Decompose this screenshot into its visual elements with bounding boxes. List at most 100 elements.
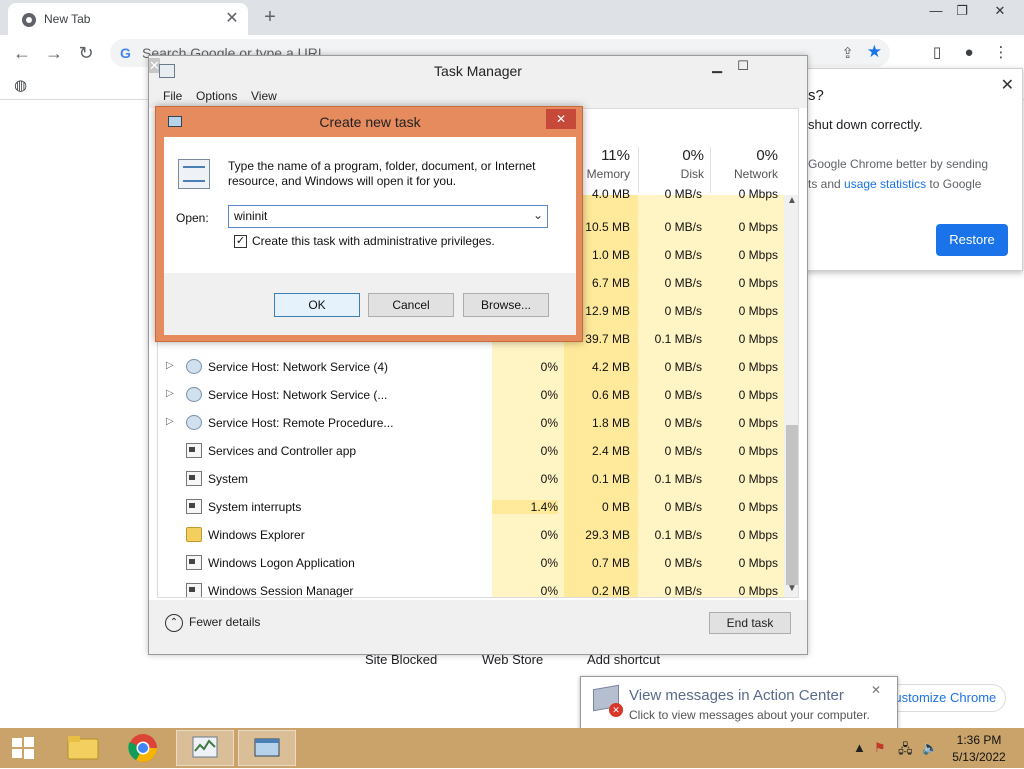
- globe-icon[interactable]: ◍: [14, 76, 27, 94]
- network-cell: 0 Mbps: [738, 584, 778, 598]
- show-hidden-icons-icon[interactable]: ▲: [853, 740, 866, 755]
- restore-button[interactable]: Restore: [936, 224, 1008, 256]
- taskbar-chrome[interactable]: [114, 730, 172, 766]
- disk-cell: 0 MB/s: [664, 444, 702, 458]
- expand-chevron-icon[interactable]: ▷: [166, 388, 174, 399]
- taskbar-run-dialog[interactable]: [238, 730, 296, 766]
- disk-cell: 0 MB/s: [664, 556, 702, 570]
- browse-button[interactable]: Browse...: [463, 293, 549, 317]
- table-row[interactable]: ▷ Service Host: Network Service (4) 0% 4…: [158, 353, 786, 381]
- folder-icon: [67, 736, 99, 760]
- expand-chevron-icon[interactable]: ▷: [166, 416, 174, 427]
- open-combobox[interactable]: wininit ⌄: [228, 205, 548, 228]
- process-name: Service Host: Network Service (4): [208, 360, 389, 374]
- fewer-details-button[interactable]: ⌃ Fewer details: [165, 614, 260, 632]
- restore-pages-popup: s? ✕ shut down correctly. Google Chrome …: [797, 68, 1023, 271]
- cpu-cell: 0%: [540, 360, 558, 374]
- chrome-menu-icon[interactable]: ⋮: [990, 42, 1012, 64]
- disk-cell: 0.1 MB/s: [654, 332, 702, 346]
- taskbar-task-manager[interactable]: [176, 730, 234, 766]
- memory-cell: 1.8 MB: [591, 416, 630, 430]
- profile-avatar-icon[interactable]: ●: [958, 42, 980, 64]
- menu-view[interactable]: View: [251, 89, 277, 103]
- network-cell: 0 Mbps: [738, 556, 778, 570]
- expand-chevron-icon[interactable]: ▷: [166, 360, 174, 371]
- process-name: Service Host: Remote Procedure...: [208, 416, 394, 430]
- memory-cell: 0.1 MB: [591, 472, 630, 486]
- bookmark-star-icon[interactable]: ★: [867, 42, 882, 62]
- network-icon[interactable]: 🖧: [898, 740, 913, 762]
- table-row[interactable]: Windows Session Manager 0% 0.2 MB 0 MB/s…: [158, 577, 786, 598]
- disk-cell: 0.1 MB/s: [654, 472, 702, 486]
- forward-arrow-icon[interactable]: →: [42, 41, 66, 65]
- chrome-favicon-icon: [22, 13, 36, 27]
- clock-time[interactable]: 1:36 PM: [940, 733, 1018, 747]
- table-row[interactable]: ▷ Service Host: Remote Procedure... 0% 1…: [158, 409, 786, 437]
- process-name: System: [208, 472, 249, 486]
- network-cell: 0 Mbps: [738, 500, 778, 514]
- table-row[interactable]: System interrupts 1.4% 0 MB 0 MB/s 0 Mbp…: [158, 493, 786, 521]
- share-icon[interactable]: ⇪: [841, 44, 854, 62]
- network-cell: 0 Mbps: [738, 332, 778, 346]
- action-center-flag-icon: ✕: [593, 684, 623, 717]
- tm-maximize-button[interactable]: ☐: [729, 58, 757, 78]
- new-tab-button[interactable]: +: [258, 5, 282, 29]
- cpu-cell: 0%: [540, 416, 558, 430]
- process-name: Windows Session Manager: [208, 584, 354, 598]
- menu-options[interactable]: Options: [196, 89, 237, 103]
- open-input-value: wininit: [234, 209, 268, 223]
- network-cell: 0 Mbps: [738, 187, 778, 201]
- clock-date[interactable]: 5/13/2022: [940, 750, 1018, 764]
- reload-icon[interactable]: ↻: [74, 41, 98, 65]
- cpu-cell: 1.4%: [492, 500, 558, 514]
- start-button[interactable]: [0, 728, 48, 768]
- memory-cell: 4.2 MB: [591, 360, 630, 374]
- vertical-scrollbar[interactable]: ▲ ▼: [784, 195, 798, 597]
- disk-cell: 0 MB/s: [664, 187, 702, 201]
- table-row[interactable]: System 0% 0.1 MB 0.1 MB/s 0 Mbps: [158, 465, 786, 493]
- chevron-down-icon[interactable]: ⌄: [533, 208, 543, 222]
- menu-file[interactable]: File: [163, 89, 182, 103]
- folder-icon: [186, 527, 202, 542]
- windows-logo-pane: [12, 749, 22, 758]
- table-row[interactable]: Services and Controller app 0% 2.4 MB 0 …: [158, 437, 786, 465]
- notification-title: View messages in Action Center: [629, 687, 844, 704]
- fewer-details-label: Fewer details: [189, 615, 261, 630]
- scroll-thumb[interactable]: [786, 425, 798, 585]
- admin-privileges-checkbox[interactable]: ✓: [234, 235, 247, 248]
- close-icon[interactable]: ✕: [1001, 75, 1014, 95]
- volume-muted-icon[interactable]: 🔈: [922, 740, 938, 756]
- app-window-icon: [186, 555, 202, 570]
- process-name: Service Host: Network Service (...: [208, 388, 388, 402]
- side-panel-icon[interactable]: ▯: [926, 42, 948, 64]
- table-row[interactable]: Windows Explorer 0% 29.3 MB 0.1 MB/s 0 M…: [158, 521, 786, 549]
- close-icon[interactable]: ✕: [871, 683, 881, 697]
- scroll-up-icon[interactable]: ▲: [784, 195, 798, 211]
- back-arrow-icon[interactable]: ←: [10, 41, 34, 65]
- tm-minimize-button[interactable]: ▁: [703, 58, 731, 78]
- cancel-button[interactable]: Cancel: [368, 293, 454, 317]
- chrome-close-button[interactable]: ✕: [984, 0, 1016, 24]
- table-row[interactable]: Windows Logon Application 0% 0.7 MB 0 MB…: [158, 549, 786, 577]
- restore-popup-text-suffix: to Google: [926, 177, 982, 191]
- app-window-icon: [186, 471, 202, 486]
- task-manager-icon: [192, 736, 218, 758]
- ok-button[interactable]: OK: [274, 293, 360, 317]
- browser-tab[interactable]: New Tab ✕: [8, 3, 248, 35]
- taskbar-file-explorer[interactable]: [54, 730, 112, 766]
- tab-close-icon[interactable]: ✕: [222, 9, 242, 29]
- disk-cell: 0 MB/s: [664, 416, 702, 430]
- cpu-cell: 0%: [540, 444, 558, 458]
- action-center-notification[interactable]: ✕ View messages in Action Center Click t…: [580, 676, 898, 730]
- table-row[interactable]: ▷ Service Host: Network Service (... 0% …: [158, 381, 786, 409]
- scroll-down-icon[interactable]: ▼: [784, 583, 798, 597]
- chrome-restore-button[interactable]: ❐: [946, 0, 978, 24]
- network-cell: 0 Mbps: [738, 444, 778, 458]
- action-center-tray-icon[interactable]: ⚑: [874, 740, 886, 756]
- usage-statistics-link[interactable]: usage statistics: [844, 177, 926, 191]
- network-cell: 0 Mbps: [738, 528, 778, 542]
- admin-privileges-label[interactable]: Create this task with administrative pri…: [252, 234, 495, 248]
- end-task-button[interactable]: End task: [709, 612, 791, 634]
- task-manager-titlebar[interactable]: Task Manager ▁ ☐ ✕: [149, 56, 807, 86]
- dialog-close-button[interactable]: ✕: [546, 109, 576, 129]
